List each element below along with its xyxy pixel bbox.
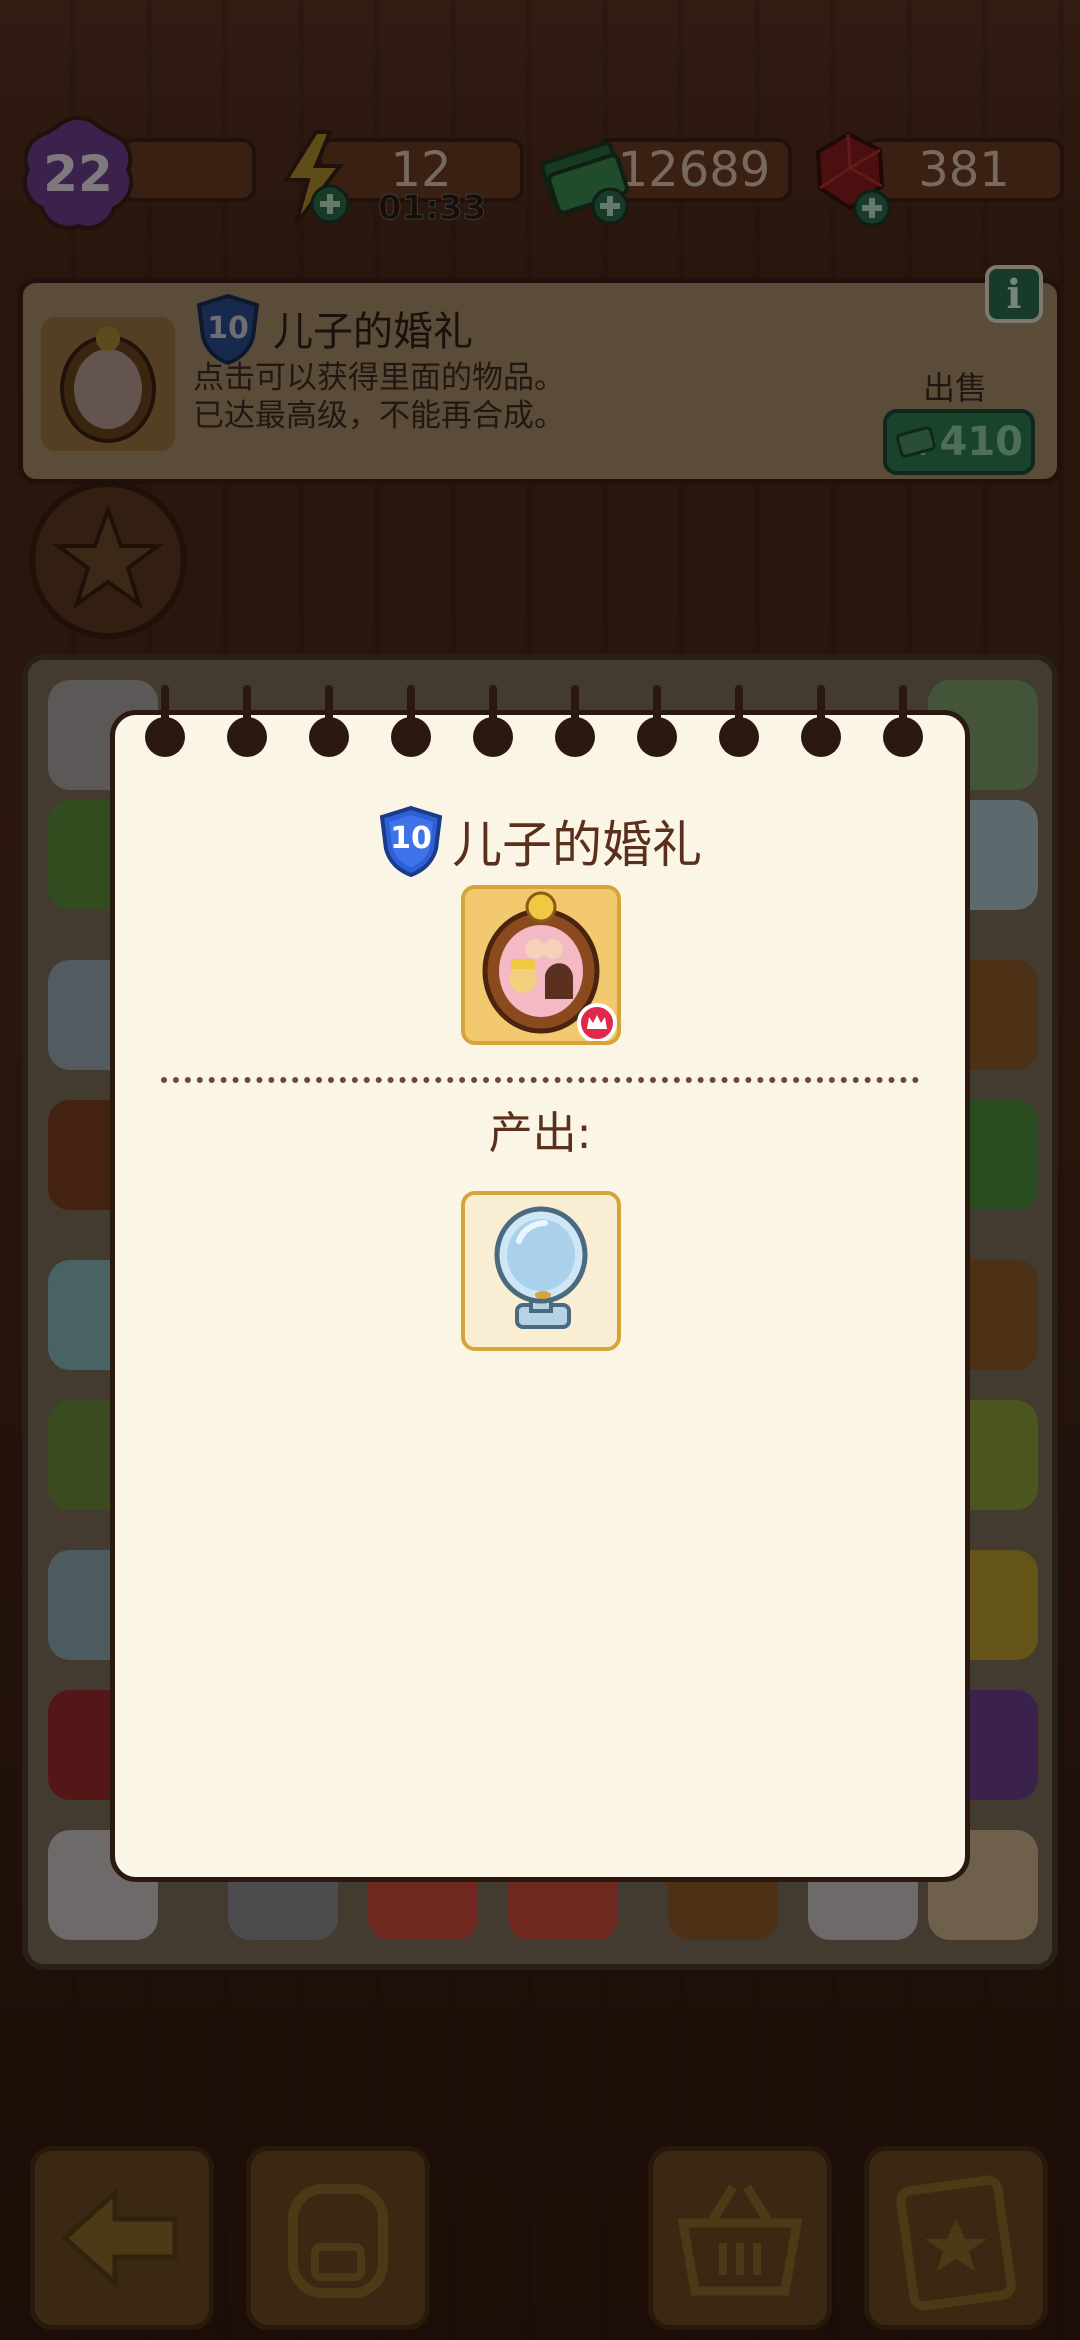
spiral-ring-icon bbox=[719, 685, 759, 757]
item-detail-modal: 10 儿子的婚礼 产出: bbox=[110, 685, 970, 1882]
spiral-ring-icon bbox=[309, 685, 349, 757]
produced-item-card[interactable] bbox=[461, 1191, 621, 1351]
spiral-ring-icon bbox=[145, 685, 185, 757]
divider bbox=[161, 1077, 919, 1083]
hand-mirror-icon bbox=[494, 1206, 588, 1329]
spiral-ring-icon bbox=[801, 685, 841, 757]
spiral-ring-icon bbox=[473, 685, 513, 757]
spiral-ring-icon bbox=[883, 685, 923, 757]
modal-title: 儿子的婚礼 bbox=[452, 816, 702, 874]
spiral-ring-icon bbox=[637, 685, 677, 757]
produce-label: 产出: bbox=[488, 1108, 592, 1159]
item-card[interactable] bbox=[461, 885, 621, 1045]
spiral-ring-icon bbox=[227, 685, 267, 757]
modal-header: 10 儿子的婚礼 bbox=[115, 805, 965, 889]
level-shield: 10 bbox=[378, 805, 444, 878]
spiral-ring-icon bbox=[555, 685, 595, 757]
level-shield-number: 10 bbox=[390, 820, 432, 856]
wedding-photo-frame-icon bbox=[482, 891, 617, 1043]
spiral-ring-icon bbox=[391, 685, 431, 757]
